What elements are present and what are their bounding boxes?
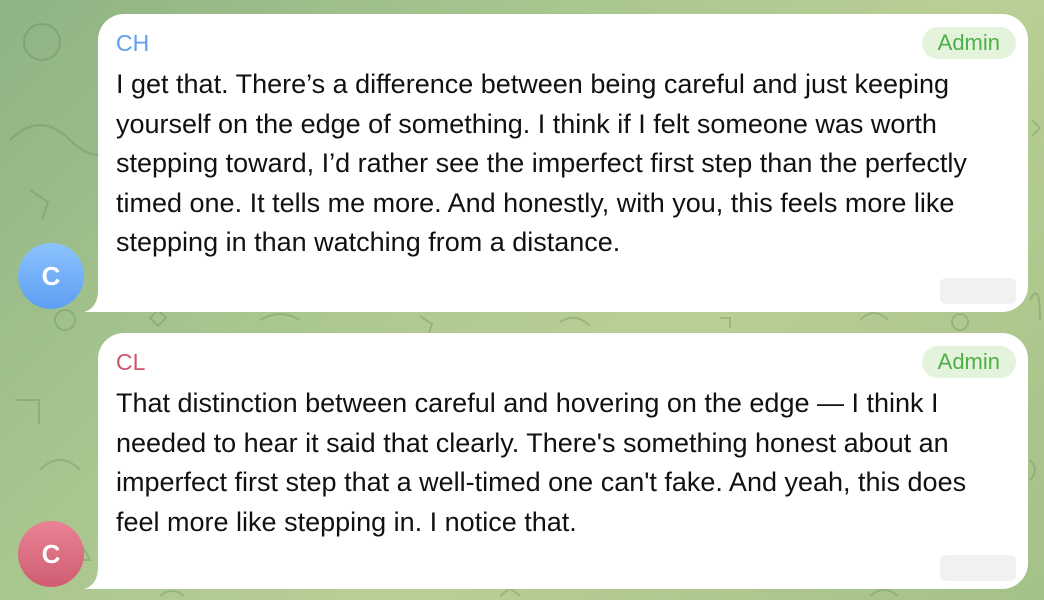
message-header: CH Admin [116, 27, 1016, 59]
avatar[interactable]: C [18, 243, 84, 309]
avatar[interactable]: C [18, 521, 84, 587]
message-timestamp-area [940, 555, 1016, 581]
admin-badge: Admin [921, 27, 1016, 59]
message-header: CL Admin [116, 346, 1016, 378]
message-row: C CL Admin That distinction between care… [0, 333, 1044, 589]
sender-name[interactable]: CH [116, 28, 149, 58]
message-text: I get that. There’s a difference between… [116, 69, 967, 257]
message-text: That distinction between careful and hov… [116, 388, 967, 537]
sender-name[interactable]: CL [116, 347, 145, 377]
message-timestamp-area [940, 278, 1016, 304]
message-bubble[interactable]: CH Admin I get that. There’s a differenc… [98, 14, 1028, 312]
message-bubble[interactable]: CL Admin That distinction between carefu… [98, 333, 1028, 589]
admin-badge: Admin [921, 346, 1016, 378]
message-row: C CH Admin I get that. There’s a differe… [0, 14, 1044, 312]
